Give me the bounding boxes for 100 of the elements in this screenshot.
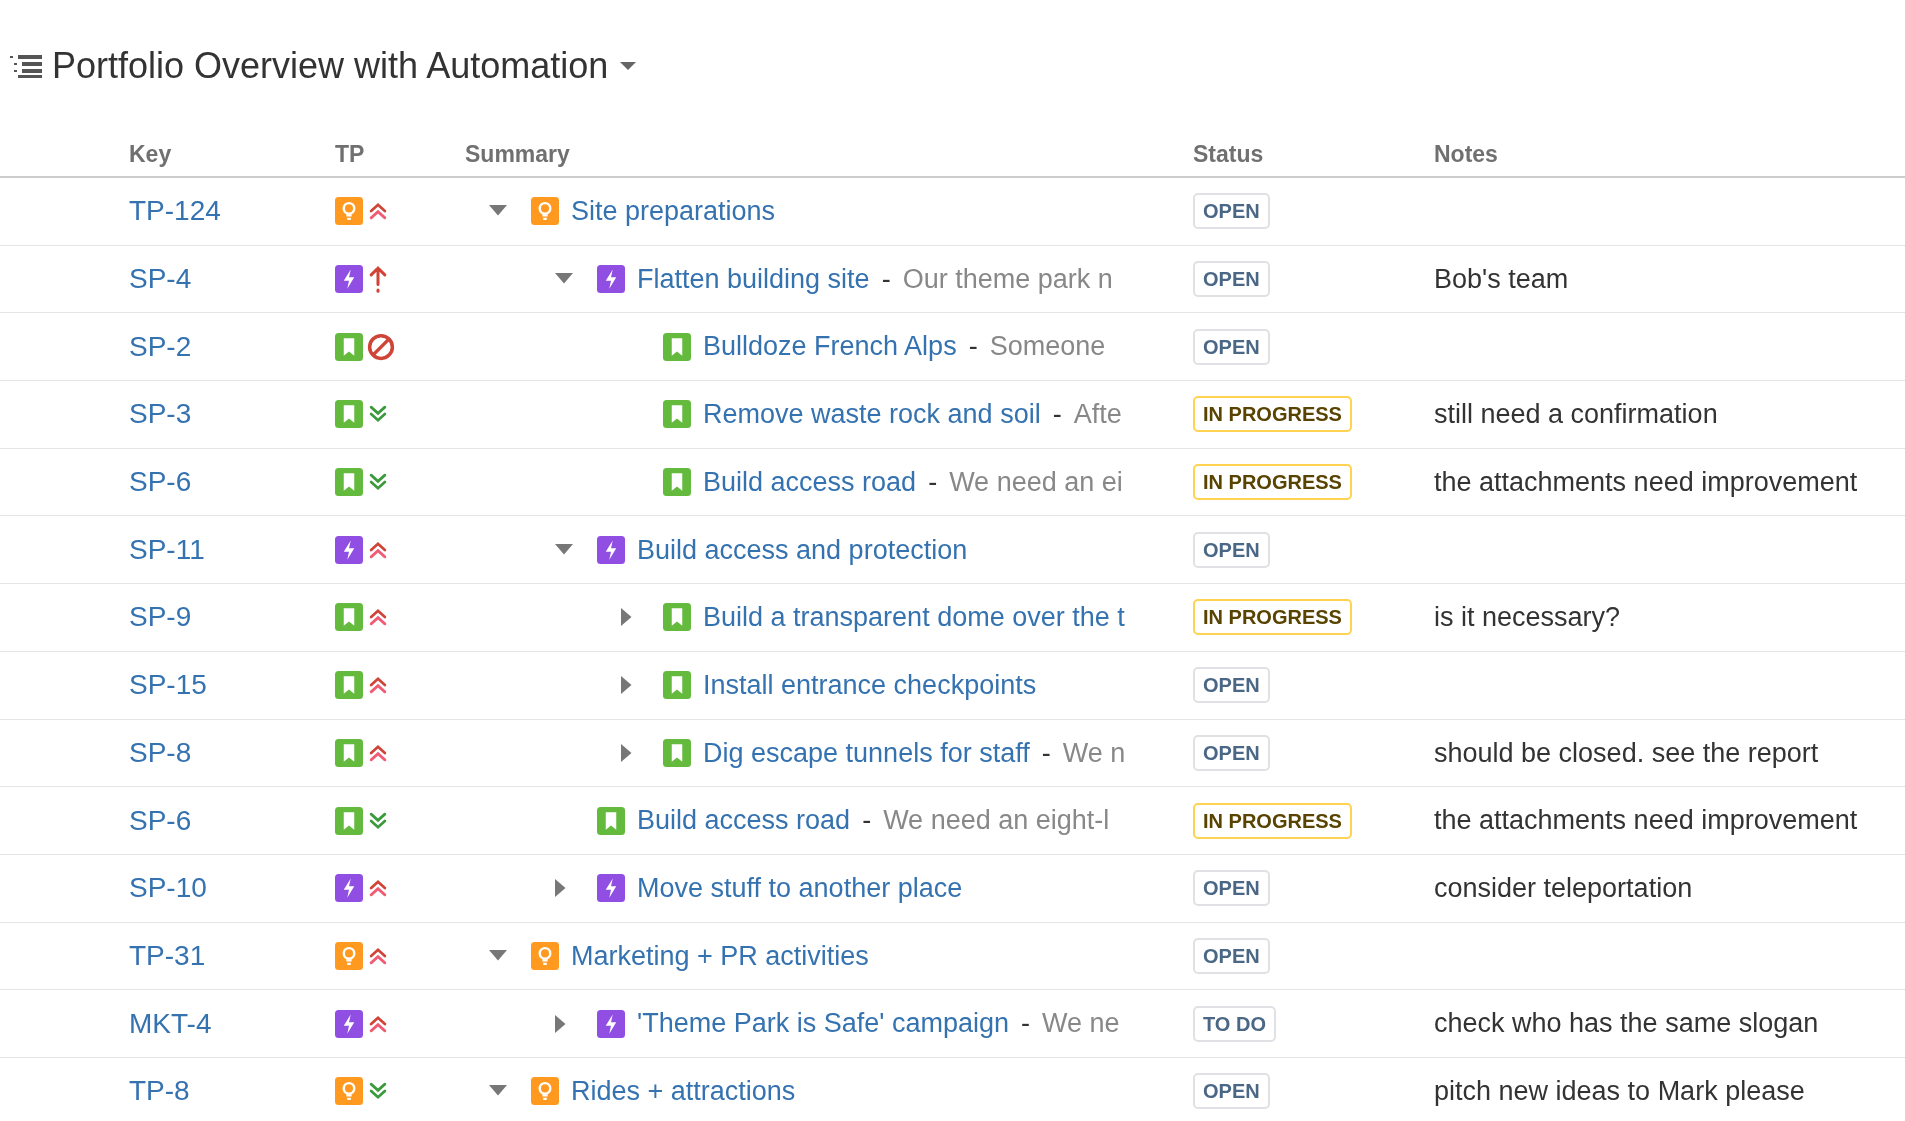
issue-key-link[interactable]: TP-31 [129, 939, 206, 971]
status-lozenge: OPEN [1193, 193, 1270, 230]
separator-dash: - [968, 330, 978, 364]
bookmark-icon [663, 738, 691, 767]
issue-key-link[interactable]: TP-124 [129, 195, 221, 227]
issue-key-link[interactable]: SP-10 [129, 872, 207, 904]
issue-key-link[interactable]: SP-6 [129, 466, 192, 498]
issue-description: Afte [1073, 398, 1122, 432]
status-lozenge: OPEN [1193, 1073, 1270, 1110]
status-lozenge: OPEN [1193, 261, 1270, 298]
notes-text: pitch new ideas to Mark please [1434, 1076, 1805, 1107]
lightning-icon [597, 874, 625, 903]
column-header: Key [129, 140, 172, 167]
bookmark-icon [663, 468, 691, 497]
lightbulb-icon [335, 941, 363, 970]
issue-key-link[interactable]: SP-11 [129, 533, 205, 565]
caret-down-icon[interactable] [489, 205, 507, 218]
issue-summary-link[interactable]: Bulldoze French Alps [703, 326, 957, 367]
caret-down-icon[interactable] [489, 1085, 507, 1098]
lightning-icon [335, 874, 363, 903]
bookmark-icon [335, 332, 363, 361]
bookmark-icon [335, 468, 363, 497]
caret-down-icon[interactable] [555, 543, 573, 556]
lightbulb-icon [335, 1077, 363, 1106]
bookmark-icon [663, 332, 691, 361]
lightning-icon [335, 535, 363, 564]
issue-summary-link[interactable]: Build access road [703, 461, 917, 503]
status-lozenge: OPEN [1193, 734, 1270, 771]
issue-summary-link[interactable]: 'Theme Park is Safe' campaign [637, 1003, 1009, 1044]
issue-description: Someone [989, 330, 1106, 364]
bookmark-icon [335, 806, 363, 835]
bookmark-icon [335, 603, 363, 632]
separator-dash: - [1052, 398, 1062, 432]
caret-right-icon[interactable] [621, 743, 633, 762]
notes-text: should be closed. see the report [1434, 737, 1819, 768]
lightning-icon [597, 535, 625, 564]
issue-key-link[interactable]: SP-3 [129, 398, 192, 430]
issue-description: We ne [1042, 1007, 1120, 1041]
notes-text: Bob's team [1434, 263, 1569, 294]
status-lozenge: TO DO [1193, 1005, 1276, 1042]
caret-right-icon[interactable] [555, 879, 567, 898]
issue-key-link[interactable]: SP-4 [129, 263, 192, 295]
column-header: Summary [465, 140, 570, 167]
lightning-icon [597, 265, 625, 294]
issue-key-link[interactable]: TP-8 [129, 1075, 190, 1107]
issue-summary-link[interactable]: Site preparations [571, 191, 776, 232]
status-lozenge: OPEN [1193, 870, 1270, 907]
issue-key-link[interactable]: SP-6 [129, 804, 192, 836]
column-header: Notes [1434, 140, 1498, 167]
notes-text: consider teleportation [1434, 872, 1693, 903]
blocked-icon [367, 332, 395, 361]
bookmark-icon [335, 671, 363, 700]
separator-dash: - [862, 804, 872, 838]
status-lozenge: OPEN [1193, 531, 1270, 568]
issue-summary-link[interactable]: Install entrance checkpoints [703, 664, 1037, 706]
status-lozenge: OPEN [1193, 328, 1270, 365]
issue-key-link[interactable]: SP-8 [129, 736, 192, 768]
issue-summary-link[interactable]: Marketing + PR activities [571, 935, 869, 977]
status-lozenge: IN PROGRESS [1193, 599, 1352, 636]
issue-summary-link[interactable]: Build a transparent dome over the t [703, 597, 1125, 638]
status-lozenge: IN PROGRESS [1193, 464, 1352, 501]
separator-dash: - [881, 262, 891, 296]
issue-description: We need an eight-l [883, 804, 1110, 838]
caret-right-icon[interactable] [621, 676, 633, 695]
lightbulb-icon [335, 197, 363, 226]
issue-key-link[interactable]: SP-15 [129, 669, 207, 701]
caret-down-icon[interactable] [555, 273, 573, 286]
caret-down-icon[interactable] [620, 61, 637, 71]
bookmark-icon [663, 400, 691, 429]
caret-right-icon[interactable] [621, 608, 633, 627]
lightbulb-icon [531, 941, 559, 970]
lightning-icon [335, 265, 363, 294]
issue-summary-link[interactable]: Flatten building site [637, 258, 870, 300]
bookmark-icon [663, 671, 691, 700]
caret-down-icon[interactable] [489, 949, 507, 962]
arrow-up-icon [367, 264, 389, 295]
notes-text: is it necessary? [1434, 602, 1621, 633]
notes-text: still need a confirmation [1434, 399, 1718, 430]
status-lozenge: IN PROGRESS [1193, 396, 1352, 433]
lightbulb-icon [531, 1077, 559, 1106]
issue-key-link[interactable]: SP-2 [129, 330, 192, 362]
issue-summary-link[interactable]: Move stuff to another place [637, 867, 963, 909]
issue-summary-link[interactable]: Build access and protection [637, 529, 968, 571]
issue-summary-link[interactable]: Rides + attractions [571, 1071, 796, 1112]
lightning-icon [597, 1009, 625, 1038]
issue-description: We n [1062, 736, 1126, 770]
issue-key-link[interactable]: SP-9 [129, 601, 192, 633]
bookmark-icon [335, 738, 363, 767]
issue-summary-link[interactable]: Dig escape tunnels for staff [703, 732, 1030, 774]
issue-key-link[interactable]: MKT-4 [129, 1007, 212, 1039]
column-header: Status [1193, 140, 1264, 167]
issue-description: Our theme park n [902, 262, 1113, 296]
status-lozenge: OPEN [1193, 937, 1270, 974]
caret-right-icon[interactable] [555, 1014, 567, 1033]
issue-summary-link[interactable]: Build access road [637, 800, 851, 841]
issue-summary-link[interactable]: Remove waste rock and soil [703, 394, 1041, 435]
status-lozenge: IN PROGRESS [1193, 802, 1352, 839]
notes-text: the attachments need improvement [1434, 466, 1858, 497]
lightning-icon [335, 1009, 363, 1038]
bookmark-icon [335, 400, 363, 429]
